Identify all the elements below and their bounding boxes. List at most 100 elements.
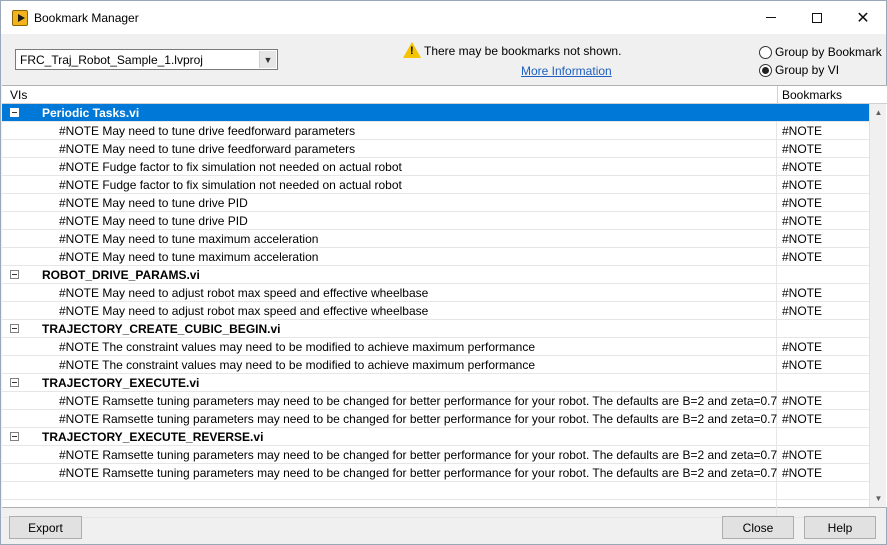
- bookmark-text: #NOTE Fudge factor to fix simulation not…: [59, 160, 402, 174]
- group-by-bookmark-radio[interactable]: Group by Bookmark: [759, 45, 882, 59]
- maximize-icon: [812, 12, 822, 23]
- bookmark-manager-window: Bookmark Manager ✕ FRC_Traj_Robot_Sample…: [0, 0, 887, 545]
- vi-cell: #NOTE Ramsette tuning parameters may nee…: [2, 446, 777, 463]
- vi-cell: #NOTE May need to adjust robot max speed…: [2, 284, 777, 301]
- collapse-icon[interactable]: [10, 432, 19, 441]
- title-bar: Bookmark Manager ✕: [1, 1, 886, 34]
- vi-cell: #NOTE May need to tune maximum accelerat…: [2, 230, 777, 247]
- bookmark-tag: #NOTE: [782, 142, 823, 156]
- bookmark-row[interactable]: #NOTE May need to tune drive feedforward…: [2, 122, 869, 140]
- project-dropdown[interactable]: FRC_Traj_Robot_Sample_1.lvproj ▼: [15, 49, 278, 70]
- vi-cell: #NOTE Fudge factor to fix simulation not…: [2, 158, 777, 175]
- radio-unselected-icon[interactable]: [759, 45, 772, 59]
- bookmark-row[interactable]: #NOTE May need to adjust robot max speed…: [2, 284, 869, 302]
- bookmark-row[interactable]: #NOTE May need to tune drive feedforward…: [2, 140, 869, 158]
- bookmark-row[interactable]: #NOTE Fudge factor to fix simulation not…: [2, 158, 869, 176]
- table-body: Periodic Tasks.vi #NOTE May need to tune …: [2, 104, 869, 518]
- bookmark-text: #NOTE May need to tune drive PID: [59, 196, 248, 210]
- vi-cell: #NOTE May need to tune drive PID: [2, 194, 777, 211]
- close-button[interactable]: Close: [722, 516, 794, 539]
- close-window-button[interactable]: ✕: [840, 1, 886, 34]
- group-row[interactable]: TRAJECTORY_EXECUTE_REVERSE.vi: [2, 428, 869, 446]
- bookmark-row[interactable]: #NOTE Ramsette tuning parameters may nee…: [2, 392, 869, 410]
- bookmark-tag: #NOTE: [782, 214, 823, 228]
- bookmark-tag: #NOTE: [782, 304, 823, 318]
- warning-icon: !: [403, 42, 421, 58]
- bookmark-text: #NOTE May need to tune drive PID: [59, 214, 248, 228]
- bookmarks-table: VIs Bookmarks Periodic Tasks.vi #NOTE May…: [2, 85, 887, 518]
- bookmark-row[interactable]: #NOTE May need to tune maximum accelerat…: [2, 248, 869, 266]
- group-by-bookmark-label: Group by Bookmark: [775, 45, 882, 59]
- bookmark-row[interactable]: #NOTE Ramsette tuning parameters may nee…: [2, 410, 869, 428]
- bookmark-tag: #NOTE: [782, 232, 823, 246]
- project-dropdown-value: FRC_Traj_Robot_Sample_1.lvproj: [20, 53, 203, 67]
- column-header-bookmarks[interactable]: Bookmarks: [782, 88, 842, 102]
- bookmark-tag: #NOTE: [782, 124, 823, 138]
- vi-cell: #NOTE Ramsette tuning parameters may nee…: [2, 392, 777, 409]
- bookmark-tag: #NOTE: [782, 394, 823, 408]
- column-divider[interactable]: [777, 86, 778, 104]
- collapse-icon[interactable]: [10, 270, 19, 279]
- bookmark-row[interactable]: #NOTE Ramsette tuning parameters may nee…: [2, 464, 869, 482]
- window-title: Bookmark Manager: [34, 11, 139, 25]
- export-button[interactable]: Export: [9, 516, 82, 539]
- bookmark-row[interactable]: #NOTE May need to tune maximum accelerat…: [2, 230, 869, 248]
- bookmark-tag: #NOTE: [782, 196, 823, 210]
- bookmark-text: #NOTE The constraint values may need to …: [59, 358, 536, 372]
- minimize-button[interactable]: [748, 1, 794, 34]
- bookmark-row[interactable]: #NOTE May need to tune drive PID #NOTE: [2, 212, 869, 230]
- bookmark-row[interactable]: #NOTE Fudge factor to fix simulation not…: [2, 176, 869, 194]
- scroll-down-icon[interactable]: ▼: [870, 490, 887, 507]
- group-by-vi-label: Group by VI: [775, 63, 840, 77]
- labview-app-icon: [12, 10, 28, 26]
- vi-cell: #NOTE The constraint values may need to …: [2, 338, 777, 355]
- vertical-scrollbar[interactable]: ▲ ▼: [869, 104, 886, 507]
- vi-name: TRAJECTORY_EXECUTE.vi: [42, 376, 200, 390]
- group-row[interactable]: ROBOT_DRIVE_PARAMS.vi: [2, 266, 869, 284]
- bookmark-text: #NOTE The constraint values may need to …: [59, 340, 536, 354]
- bookmark-tag: #NOTE: [782, 358, 823, 372]
- vi-cell: TRAJECTORY_EXECUTE_REVERSE.vi: [2, 428, 777, 445]
- chevron-down-icon[interactable]: ▼: [259, 51, 276, 68]
- vi-cell: #NOTE May need to tune drive feedforward…: [2, 140, 777, 157]
- bookmark-row[interactable]: #NOTE The constraint values may need to …: [2, 338, 869, 356]
- bookmark-tag: #NOTE: [782, 466, 823, 480]
- group-row[interactable]: TRAJECTORY_EXECUTE.vi: [2, 374, 869, 392]
- vi-cell: ROBOT_DRIVE_PARAMS.vi: [2, 266, 777, 283]
- empty-row: [2, 482, 869, 500]
- bookmark-text: #NOTE May need to tune maximum accelerat…: [59, 232, 319, 246]
- bookmark-text: #NOTE Ramsette tuning parameters may nee…: [59, 466, 778, 480]
- collapse-icon[interactable]: [10, 324, 19, 333]
- scroll-up-icon[interactable]: ▲: [870, 104, 887, 121]
- bookmark-tag: #NOTE: [782, 340, 823, 354]
- bookmark-row[interactable]: #NOTE May need to tune drive PID #NOTE: [2, 194, 869, 212]
- vi-cell: TRAJECTORY_CREATE_CUBIC_BEGIN.vi: [2, 320, 777, 337]
- group-row[interactable]: Periodic Tasks.vi: [2, 104, 869, 122]
- table-header: VIs Bookmarks: [2, 86, 887, 104]
- bookmark-text: #NOTE May need to adjust robot max speed…: [59, 286, 429, 300]
- help-button[interactable]: Help: [804, 516, 876, 539]
- vi-cell: #NOTE Fudge factor to fix simulation not…: [2, 176, 777, 193]
- radio-selected-icon[interactable]: [759, 63, 772, 77]
- bookmark-row[interactable]: #NOTE Ramsette tuning parameters may nee…: [2, 446, 869, 464]
- bookmark-row[interactable]: #NOTE May need to adjust robot max speed…: [2, 302, 869, 320]
- vi-cell: #NOTE Ramsette tuning parameters may nee…: [2, 464, 777, 481]
- column-header-vis[interactable]: VIs: [10, 88, 27, 102]
- bookmark-text: #NOTE May need to tune drive feedforward…: [59, 124, 356, 138]
- vi-name: TRAJECTORY_CREATE_CUBIC_BEGIN.vi: [42, 322, 281, 336]
- bookmark-tag: #NOTE: [782, 250, 823, 264]
- warning-message: There may be bookmarks not shown.: [424, 44, 622, 58]
- bookmark-row[interactable]: #NOTE The constraint values may need to …: [2, 356, 869, 374]
- collapse-icon[interactable]: [10, 108, 19, 117]
- group-by-vi-radio[interactable]: Group by VI: [759, 63, 839, 77]
- bookmark-text: #NOTE Ramsette tuning parameters may nee…: [59, 448, 778, 462]
- more-information-link[interactable]: More Information: [521, 64, 612, 78]
- collapse-icon[interactable]: [10, 378, 19, 387]
- maximize-button[interactable]: [794, 1, 840, 34]
- bookmark-text: #NOTE May need to tune maximum accelerat…: [59, 250, 319, 264]
- bookmark-tag: #NOTE: [782, 412, 823, 426]
- bookmark-text: #NOTE May need to tune drive feedforward…: [59, 142, 356, 156]
- group-row[interactable]: TRAJECTORY_CREATE_CUBIC_BEGIN.vi: [2, 320, 869, 338]
- bookmark-text: #NOTE May need to adjust robot max speed…: [59, 304, 429, 318]
- bookmark-text: #NOTE Ramsette tuning parameters may nee…: [59, 412, 778, 426]
